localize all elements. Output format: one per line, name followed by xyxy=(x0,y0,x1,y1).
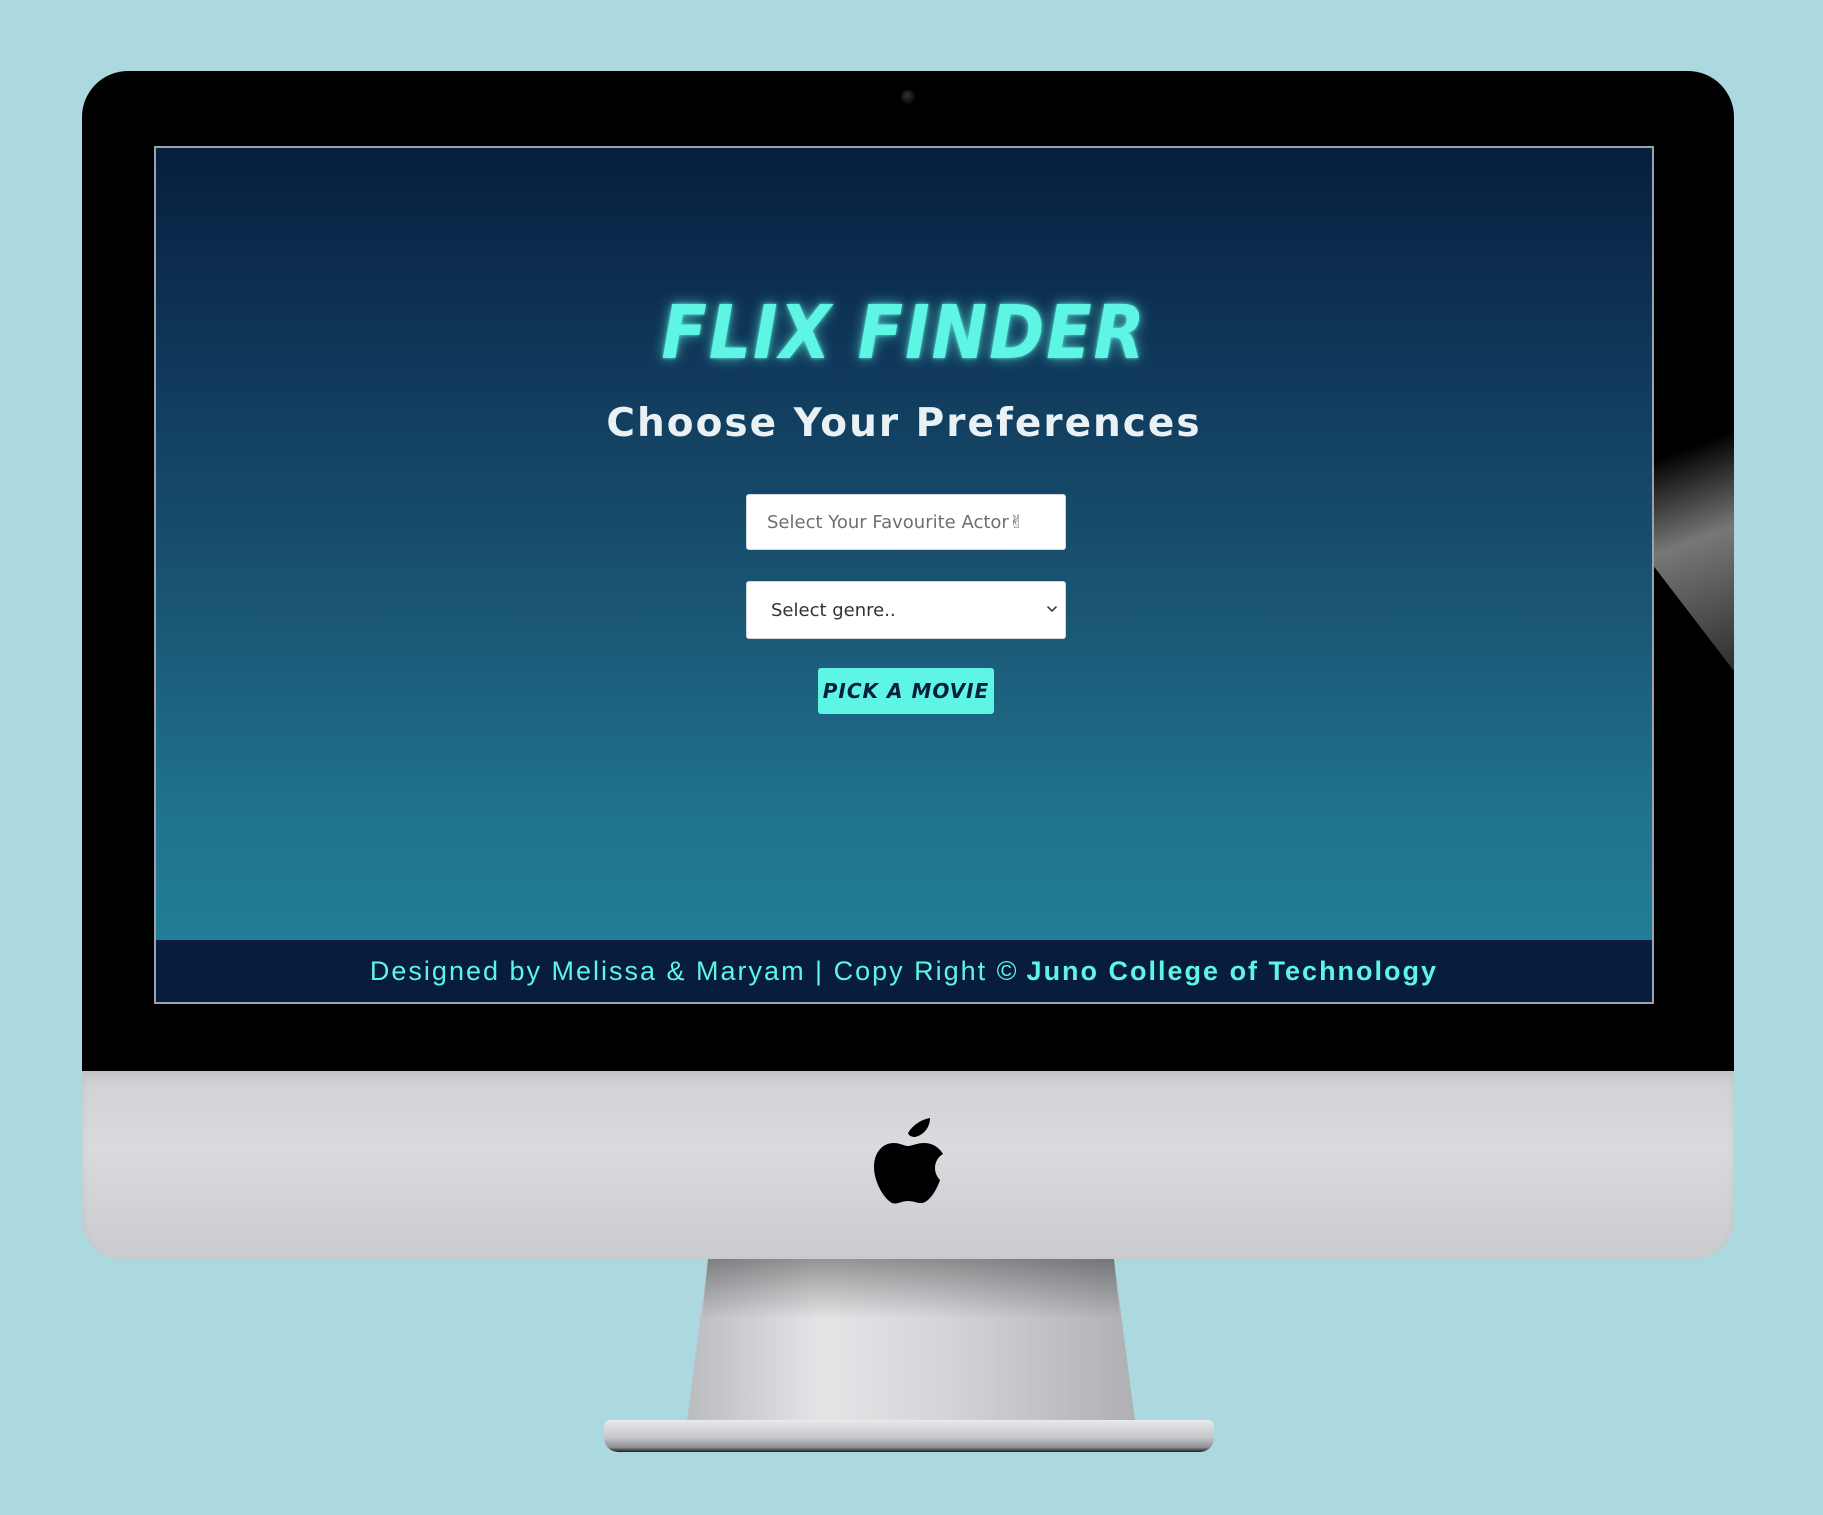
monitor-stand-shadow xyxy=(702,1259,1120,1319)
monitor-screen: FLIX FINDER Choose Your Preferences Sele… xyxy=(154,146,1654,1004)
chevron-down-icon xyxy=(1047,606,1057,612)
page-subtitle: Choose Your Preferences xyxy=(606,401,1202,446)
genre-select[interactable]: Select genre.. xyxy=(746,581,1066,639)
page-footer: Designed by Melissa & Maryam | Copy Righ… xyxy=(156,940,1652,1002)
monitor-stand-base xyxy=(604,1420,1214,1452)
footer-credit: Designed by Melissa & Maryam | Copy Righ… xyxy=(369,955,1019,986)
favourite-actor-input[interactable] xyxy=(746,494,1066,550)
camera-icon xyxy=(901,90,915,104)
footer-school-name: Juno College of Technology xyxy=(1026,955,1439,986)
pick-a-movie-button[interactable]: Pick a Movie xyxy=(818,668,994,714)
page-main: FLIX FINDER Choose Your Preferences Sele… xyxy=(156,148,1652,940)
site-title: FLIX FINDER xyxy=(661,290,1147,376)
apple-logo-icon xyxy=(874,1118,943,1204)
genre-select-value: Select genre.. xyxy=(771,599,896,621)
monitor-chin xyxy=(82,1071,1734,1259)
